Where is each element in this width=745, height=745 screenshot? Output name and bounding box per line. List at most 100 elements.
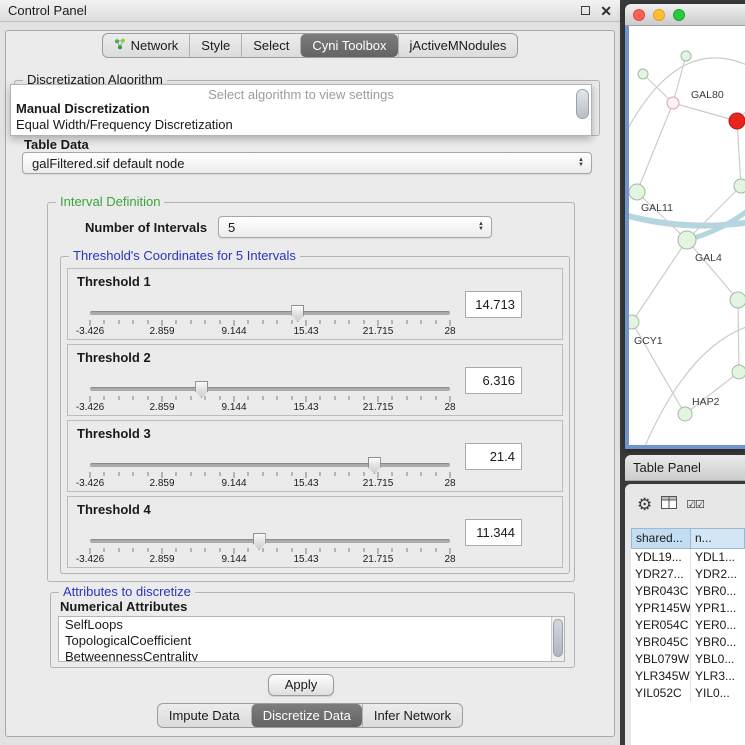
float-window-icon[interactable]	[581, 6, 590, 15]
network-edge[interactable]	[673, 103, 737, 121]
network-edge[interactable]	[673, 56, 686, 103]
network-edge[interactable]	[687, 240, 738, 300]
algorithm-option[interactable]: Equal Width/Frequency Discretization	[11, 117, 591, 133]
table-row[interactable]: YDR27...YDR2...	[631, 566, 745, 583]
tab-impute-data[interactable]: Impute Data	[158, 704, 251, 727]
slider-track[interactable]	[90, 463, 450, 467]
network-edge[interactable]	[737, 121, 741, 186]
number-of-intervals-combobox[interactable]: 5 ▲▼	[218, 216, 492, 238]
network-node[interactable]	[729, 113, 745, 129]
tick-mark	[406, 472, 407, 476]
tick-mark	[421, 320, 422, 324]
tick-mark	[334, 548, 335, 552]
table-row[interactable]: YPR145WYPR1...	[631, 600, 745, 617]
tick-mark	[248, 320, 249, 324]
tick-mark	[291, 320, 292, 324]
algorithm-placeholder-option[interactable]: Select algorithm to view settings	[11, 85, 591, 101]
network-node[interactable]	[730, 292, 745, 308]
tab-style[interactable]: Style	[189, 34, 241, 57]
table-row[interactable]: YBR045CYBR0...	[631, 634, 745, 651]
tab-jactivemnodules[interactable]: jActiveMNodules	[398, 34, 518, 57]
network-node[interactable]	[678, 231, 696, 249]
tick-mark	[349, 396, 350, 400]
column-header-shared-name[interactable]: shared...	[631, 528, 691, 549]
apply-button[interactable]: Apply	[268, 674, 334, 696]
network-node[interactable]	[667, 97, 679, 109]
threshold-value-field[interactable]: 14.713	[465, 291, 522, 318]
tab-discretize-data[interactable]: Discretize Data	[251, 704, 362, 727]
tick-mark	[219, 320, 220, 324]
table-data-combobox[interactable]: galFiltered.sif default node ▲▼	[22, 152, 592, 174]
tab-label: Impute Data	[169, 708, 240, 723]
tick-label: 21.715	[363, 402, 394, 413]
combo-arrows-icon: ▲▼	[478, 217, 484, 237]
table-row[interactable]: YIL052CYIL0...	[631, 685, 745, 702]
network-node[interactable]	[629, 315, 639, 329]
node-table[interactable]: shared... n... YDL19...YDL1...YDR27...YD…	[631, 528, 745, 745]
threshold-label: Threshold 1	[77, 274, 151, 289]
close-icon[interactable]: ✕	[600, 6, 612, 16]
network-edge[interactable]	[632, 240, 687, 322]
list-scrollbar[interactable]	[551, 617, 564, 661]
network-node[interactable]	[734, 179, 745, 193]
tick-mark	[406, 320, 407, 324]
tick-mark	[363, 320, 364, 324]
number-of-intervals-label: Number of Intervals	[85, 220, 207, 235]
slider-track[interactable]	[90, 539, 450, 543]
table-row[interactable]: YER054CYER0...	[631, 617, 745, 634]
tab-select[interactable]: Select	[241, 34, 300, 57]
list-scrollbar-thumb[interactable]	[553, 619, 563, 657]
minimize-traffic-light-icon[interactable]	[653, 9, 665, 21]
network-edge[interactable]	[637, 103, 673, 192]
tab-label: Infer Network	[374, 708, 451, 723]
threshold-label: Threshold 2	[77, 350, 151, 365]
network-node[interactable]	[681, 51, 691, 61]
network-canvas[interactable]: GAL80GAL11GAL4GCY1HAP2	[625, 26, 745, 449]
tick-mark	[406, 396, 407, 400]
table-row[interactable]: YBR043CYBR0...	[631, 583, 745, 600]
network-node[interactable]	[678, 407, 692, 421]
network-node[interactable]	[638, 69, 648, 79]
popup-scrollbar-thumb[interactable]	[576, 89, 589, 119]
algorithm-option[interactable]: Manual Discretization	[11, 101, 591, 117]
network-node[interactable]	[732, 365, 745, 379]
node-label: GAL11	[641, 202, 673, 214]
threshold-value-field[interactable]: 6.316	[465, 367, 522, 394]
slider-track[interactable]	[90, 311, 450, 315]
tick-label: 2.859	[149, 554, 174, 565]
tick-mark	[421, 548, 422, 552]
table-header-row: shared... n...	[631, 528, 745, 549]
tab-network[interactable]: Network	[103, 34, 190, 57]
tick-mark	[176, 320, 177, 324]
tab-infer-network[interactable]: Infer Network	[362, 704, 462, 727]
tick-mark	[277, 548, 278, 552]
attribute-list-item[interactable]: SelfLoops	[59, 617, 564, 633]
network-edge[interactable]	[637, 192, 687, 240]
network-node[interactable]	[629, 184, 645, 200]
attribute-list-item[interactable]: BetweennessCentrality	[59, 649, 564, 662]
tick-mark	[262, 396, 263, 400]
table-row[interactable]: YLR345WYLR3...	[631, 668, 745, 685]
select-rows-icon[interactable]: ☑☑	[686, 498, 704, 511]
tick-mark	[118, 396, 119, 400]
cell-name: YER0...	[691, 617, 745, 634]
tab-cyni-toolbox[interactable]: Cyni Toolbox	[300, 34, 397, 57]
zoom-traffic-light-icon[interactable]	[673, 9, 685, 21]
table-panel-titlebar: Table Panel	[625, 455, 745, 481]
threshold-value-field[interactable]: 11.344	[465, 519, 522, 546]
threshold-value-field[interactable]: 21.4	[465, 443, 522, 470]
table-row[interactable]: YDL19...YDL1...	[631, 549, 745, 566]
tick-mark	[176, 472, 177, 476]
tick-mark	[435, 396, 436, 400]
network-edge[interactable]	[738, 300, 739, 372]
table-row[interactable]: YBL079WYBL0...	[631, 651, 745, 668]
thresholds-group-title: Threshold's Coordinates for 5 Intervals	[69, 248, 300, 263]
attribute-list-item[interactable]: TopologicalCoefficient	[59, 633, 564, 649]
close-traffic-light-icon[interactable]	[633, 9, 645, 21]
cell-name: YLR3...	[691, 668, 745, 685]
column-header-name[interactable]: n...	[691, 528, 745, 549]
gear-icon[interactable]: ⚙	[637, 496, 652, 513]
select-columns-icon[interactable]	[661, 496, 677, 512]
numerical-attributes-list[interactable]: SelfLoopsTopologicalCoefficientBetweenne…	[58, 616, 565, 662]
slider-track[interactable]	[90, 387, 450, 391]
